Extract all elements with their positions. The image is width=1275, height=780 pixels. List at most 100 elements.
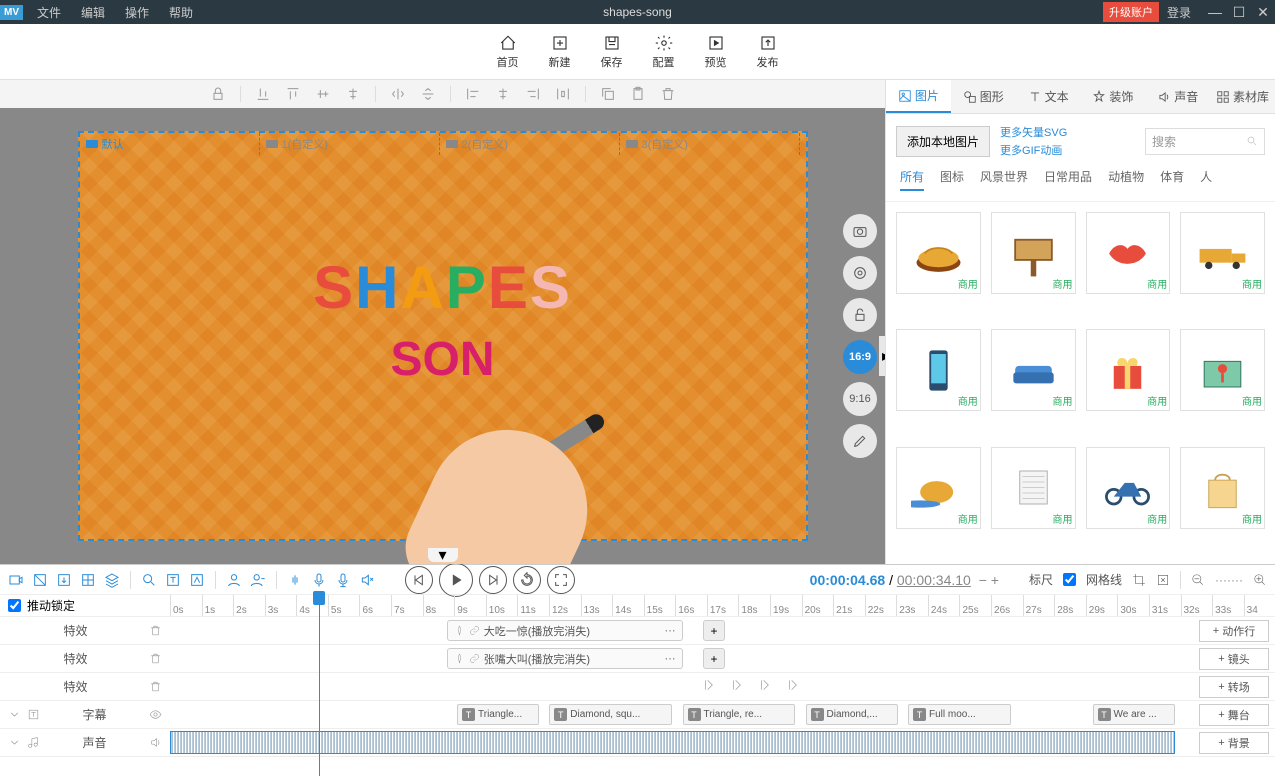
align-center-icon[interactable] — [495, 86, 511, 102]
subtitle-clip[interactable]: TFull moo... — [908, 704, 1011, 725]
playhead[interactable] — [319, 595, 320, 776]
loop-button[interactable] — [513, 566, 541, 594]
category-people[interactable]: 人 — [1200, 168, 1212, 191]
copy-icon[interactable] — [600, 86, 616, 102]
next-button[interactable] — [479, 566, 507, 594]
asset-gift[interactable]: 商用 — [1086, 329, 1171, 411]
menu-file[interactable]: 文件 — [27, 4, 71, 21]
zoom-out-icon[interactable] — [1191, 573, 1205, 587]
target-icon[interactable] — [843, 256, 877, 290]
menu-help[interactable]: 帮助 — [159, 4, 203, 21]
tl-audio-icon[interactable] — [287, 572, 303, 588]
asset-paper[interactable]: 商用 — [991, 447, 1076, 529]
category-sports[interactable]: 体育 — [1160, 168, 1184, 191]
upgrade-button[interactable]: 升级账户 — [1103, 2, 1159, 22]
asset-bag[interactable]: 商用 — [1180, 447, 1265, 529]
category-scenery[interactable]: 风景世界 — [980, 168, 1028, 191]
tl-text-icon[interactable] — [165, 572, 181, 588]
tab-image[interactable]: 图片 — [886, 80, 951, 113]
category-all[interactable]: 所有 — [900, 168, 924, 191]
category-nature[interactable]: 动植物 — [1108, 168, 1144, 191]
asset-sofa[interactable]: 商用 — [991, 329, 1076, 411]
transition-markers[interactable] — [703, 678, 801, 692]
canvas[interactable]: 默认 1(自定义) 2(自定义) 3(自定义) SHAPES SON — [78, 131, 808, 541]
flip-v-icon[interactable] — [420, 86, 436, 102]
chevron-down-icon[interactable] — [8, 736, 21, 749]
eye-icon[interactable] — [149, 708, 162, 721]
asset-truck[interactable]: 商用 — [1180, 212, 1265, 294]
camera-icon[interactable] — [843, 214, 877, 248]
distribute-h-icon[interactable] — [555, 86, 571, 102]
asset-sign[interactable]: 商用 — [991, 212, 1076, 294]
scene-tab-default[interactable]: 默认 — [80, 133, 260, 155]
asset-noodles[interactable]: 商用 — [896, 212, 981, 294]
subtitle-clip[interactable]: TTriangle... — [457, 704, 539, 725]
minimize-button[interactable]: — — [1203, 4, 1227, 20]
tl-mic-icon[interactable] — [311, 572, 327, 588]
time-minus[interactable]: − — [979, 572, 987, 588]
asset-map[interactable]: 商用 — [1180, 329, 1265, 411]
add-background-track[interactable]: + 背景 — [1199, 732, 1269, 754]
add-stage-track[interactable]: + 舞台 — [1199, 704, 1269, 726]
scene-tab-1[interactable]: 1(自定义) — [260, 133, 440, 155]
flip-h-icon[interactable] — [390, 86, 406, 102]
add-local-image-button[interactable]: 添加本地图片 — [896, 126, 990, 157]
grid-checkbox[interactable] — [1063, 573, 1076, 586]
maximize-button[interactable]: ☐ — [1227, 4, 1251, 21]
chevron-down-icon[interactable] — [8, 708, 21, 721]
tab-library[interactable]: 素材库 — [1210, 80, 1275, 113]
align-left-icon[interactable] — [465, 86, 481, 102]
subtitle-clip[interactable]: TDiamond, squ... — [549, 704, 672, 725]
audio-waveform[interactable] — [170, 731, 1175, 754]
tl-search-icon[interactable] — [141, 572, 157, 588]
add-effect-button[interactable]: + — [703, 620, 725, 641]
trash-icon[interactable] — [149, 680, 162, 693]
tl-marker-icon[interactable] — [189, 572, 205, 588]
add-transition-track[interactable]: + 转场 — [1199, 676, 1269, 698]
aspect-16-9[interactable]: 16:9 — [843, 340, 877, 374]
aspect-9-16[interactable]: 9:16 — [843, 382, 877, 416]
scene-tab-2[interactable]: 2(自定义) — [440, 133, 620, 155]
add-effect-button-2[interactable]: + — [703, 648, 725, 669]
expand-handle[interactable]: ▸ — [879, 336, 885, 376]
tl-export-icon[interactable] — [56, 572, 72, 588]
scene-tab-3[interactable]: 3(自定义) — [620, 133, 800, 155]
tl-layers-icon[interactable] — [104, 572, 120, 588]
tab-sound[interactable]: 声音 — [1145, 80, 1210, 113]
login-button[interactable]: 登录 — [1167, 4, 1191, 21]
trash-icon[interactable] — [149, 624, 162, 637]
lock-icon[interactable] — [210, 86, 226, 102]
asset-motorcycle[interactable]: 商用 — [1086, 447, 1171, 529]
speaker-icon[interactable] — [149, 736, 162, 749]
new-button[interactable]: 新建 — [549, 34, 571, 70]
category-icons[interactable]: 图标 — [940, 168, 964, 191]
add-camera-track[interactable]: + 镜头 — [1199, 648, 1269, 670]
delete-icon[interactable] — [660, 86, 676, 102]
trash-icon[interactable] — [149, 652, 162, 665]
tl-mic2-icon[interactable] — [335, 572, 351, 588]
close-button[interactable]: ✕ — [1251, 4, 1275, 21]
preview-button[interactable]: 预览 — [705, 34, 727, 70]
config-button[interactable]: 配置 — [653, 34, 675, 70]
paste-icon[interactable] — [630, 86, 646, 102]
asset-chicken[interactable]: 商用 — [896, 447, 981, 529]
publish-button[interactable]: 发布 — [757, 34, 779, 70]
effect-clip-1[interactable]: 大吃一惊(播放完消失)⋯ — [447, 620, 683, 641]
prev-button[interactable] — [405, 566, 433, 594]
subtitle-clip[interactable]: TTriangle, re... — [683, 704, 796, 725]
time-plus[interactable]: + — [991, 572, 999, 588]
tl-frame-icon[interactable] — [32, 572, 48, 588]
tab-shape[interactable]: 图形 — [951, 80, 1016, 113]
collapse-arrow[interactable]: ▾ — [428, 548, 458, 562]
tl-crop-icon[interactable] — [1132, 573, 1146, 587]
add-action-track[interactable]: + 动作行 — [1199, 620, 1269, 642]
align-top-icon[interactable] — [285, 86, 301, 102]
menu-action[interactable]: 操作 — [115, 4, 159, 21]
align-center-h-icon[interactable] — [345, 86, 361, 102]
align-bottom-icon[interactable] — [255, 86, 271, 102]
tl-record-icon[interactable] — [8, 572, 24, 588]
edit-icon[interactable] — [843, 424, 877, 458]
more-gif-link[interactable]: 更多GIF动画 — [1000, 142, 1067, 158]
tab-decoration[interactable]: 装饰 — [1080, 80, 1145, 113]
menu-edit[interactable]: 编辑 — [71, 4, 115, 21]
